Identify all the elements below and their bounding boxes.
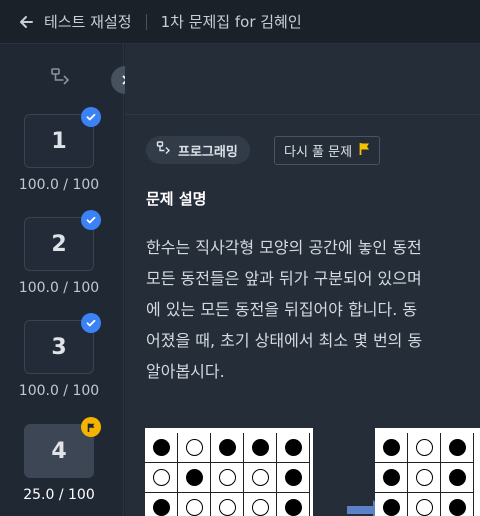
retry-later-button[interactable]: 다시 풀 문제 (274, 136, 381, 165)
white-coin (251, 499, 269, 516)
panel-divider (125, 114, 480, 115)
black-coin (382, 439, 400, 456)
question-2-button[interactable]: 2 (24, 210, 101, 271)
solved-check-icon (81, 210, 101, 230)
grid-cell (441, 433, 474, 463)
grid-cell (277, 433, 310, 463)
question-sidebar: 1 100.0 / 100 2 100.0 / 100 3 100.0 / 10… (0, 44, 124, 516)
question-4-number: 4 (51, 438, 67, 464)
question-1-score: 100.0 / 100 (18, 177, 100, 193)
question-1-number: 1 (51, 128, 67, 154)
white-coin (415, 439, 433, 456)
black-coin (251, 439, 269, 456)
question-3-button[interactable]: 3 (24, 313, 101, 374)
question-4-button[interactable]: 4 (24, 417, 101, 478)
grid-cell (408, 493, 441, 516)
flag-icon (81, 417, 101, 437)
top-bar: 테스트 재설정 1차 문제집 for 김혜인 (0, 0, 480, 44)
programming-tag-icon (156, 140, 178, 160)
back-arrow-icon[interactable] (16, 12, 36, 32)
grid-cell (244, 433, 277, 463)
grid-cell (145, 493, 178, 516)
description-line: 한수는 직사각형 모양의 공간에 놓인 동전 (146, 238, 422, 257)
grid-cell (441, 493, 474, 516)
programming-tag: 프로그래밍 (146, 136, 250, 164)
question-1-button[interactable]: 1 (24, 107, 101, 168)
white-coin (218, 469, 236, 486)
grid-cell (277, 493, 310, 516)
section-title: 문제 설명 (146, 190, 207, 208)
grid-cell (408, 463, 441, 493)
grid-cell (375, 463, 408, 493)
grid-cell (244, 463, 277, 493)
black-coin (382, 499, 400, 516)
question-3-score: 100.0 / 100 (18, 383, 100, 399)
black-coin (382, 469, 400, 486)
question-3-number: 3 (51, 334, 67, 360)
black-coin (448, 499, 466, 516)
grid-cell (277, 463, 310, 493)
white-coin (185, 499, 203, 516)
white-coin (415, 469, 433, 486)
description-line: 알아봅시다. (146, 362, 225, 381)
white-coin (152, 469, 170, 486)
black-coin (448, 439, 466, 456)
grid-cell (178, 463, 211, 493)
problem-description: 한수는 직사각형 모양의 공간에 놓인 동전 모든 동전들은 앞과 뒤가 구분되… (146, 232, 480, 387)
target-coin-grid (375, 428, 480, 516)
programming-tag-label: 프로그래밍 (178, 144, 238, 160)
retry-later-label: 다시 풀 문제 (284, 145, 353, 160)
description-line: 에 있는 모든 동전을 뒤집어야 합니다. 동 (146, 300, 418, 319)
black-coin (448, 469, 466, 486)
grid-cell (178, 433, 211, 463)
black-coin (284, 469, 302, 486)
black-coin (284, 499, 302, 516)
question-2-number: 2 (51, 231, 67, 257)
white-coin (251, 469, 269, 486)
grid-cell (244, 493, 277, 516)
problem-set-title: 1차 문제집 for 김혜인 (160, 13, 302, 31)
white-coin (185, 439, 203, 456)
grid-cell (408, 433, 441, 463)
grid-cell (375, 493, 408, 516)
black-coin (152, 499, 170, 516)
reset-test-link[interactable]: 테스트 재설정 (44, 11, 132, 32)
grid-cell (211, 433, 244, 463)
problem-panel: 프로그래밍 다시 풀 문제 문제 설명 한수는 직사각형 모양의 공간에 놓인 … (125, 44, 480, 516)
description-line: 어졌을 때, 초기 상태에서 최소 몇 번의 동 (146, 331, 423, 350)
initial-coin-grid (145, 428, 313, 516)
black-coin (152, 439, 170, 456)
grid-cell (211, 493, 244, 516)
black-coin (218, 439, 236, 456)
flag-icon (352, 142, 371, 160)
black-coin (185, 469, 203, 486)
grid-cell (178, 493, 211, 516)
white-coin (415, 499, 433, 516)
grid-cell (145, 433, 178, 463)
question-2-score: 100.0 / 100 (18, 280, 100, 296)
grid-cell (375, 433, 408, 463)
programming-icon (50, 66, 72, 88)
grid-cell (145, 463, 178, 493)
solved-check-icon (81, 107, 101, 127)
grid-cell (211, 463, 244, 493)
description-line: 모든 동전들은 앞과 뒤가 구분되어 있으며 (146, 269, 422, 288)
black-coin (284, 439, 302, 456)
header-divider (145, 13, 147, 30)
solved-check-icon (81, 313, 101, 333)
grid-cell (441, 463, 474, 493)
question-4-score: 25.0 / 100 (23, 487, 95, 503)
coin-figure (145, 428, 480, 516)
white-coin (218, 499, 236, 516)
